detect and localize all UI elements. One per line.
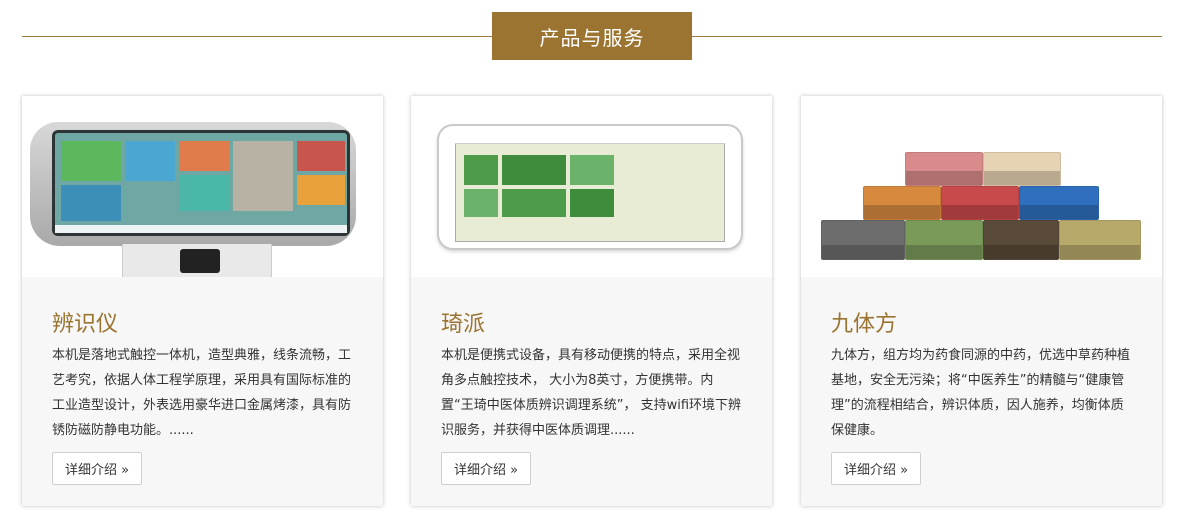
tablet-screen bbox=[455, 130, 725, 242]
kiosk-card-slot bbox=[180, 249, 220, 273]
section-header: 产品与服务 bbox=[22, 12, 1162, 60]
card-title: 九体方 bbox=[831, 312, 898, 337]
card-description: 九体方，组方均为药食同源的中药，优选中草药种植基地，安全无污染；将“中医养生”的… bbox=[831, 348, 1131, 438]
screen-tile bbox=[570, 155, 614, 185]
section-title: 产品与服务 bbox=[492, 12, 692, 60]
product-box bbox=[905, 220, 983, 260]
screen-tile bbox=[464, 189, 498, 217]
card-description: 本机是落地式触控一体机，造型典雅，线条流畅，工艺考究，依据人体工程学原理，采用具… bbox=[52, 348, 352, 438]
screen-tile bbox=[297, 141, 345, 171]
product-box bbox=[941, 186, 1019, 220]
tablet-image[interactable] bbox=[411, 96, 772, 277]
detail-button[interactable]: 详细介绍 » bbox=[441, 452, 532, 485]
tablet-title-bar bbox=[455, 130, 725, 144]
product-boxes-image[interactable] bbox=[801, 96, 1162, 277]
screen-tile bbox=[125, 141, 175, 181]
screen-tile bbox=[502, 155, 566, 185]
screen-tile bbox=[179, 175, 229, 211]
product-card-tablet: 琦派 本机是便携式设备，具有移动便携的特点，采用全视角多点触控技术， 大小为8英… bbox=[411, 96, 772, 506]
screen-tile bbox=[61, 185, 121, 221]
product-box bbox=[821, 220, 905, 260]
screen-tile bbox=[61, 141, 121, 181]
card-description: 本机是便携式设备，具有移动便携的特点，采用全视角多点触控技术， 大小为8英寸，方… bbox=[441, 348, 742, 438]
product-card-herbal: 九体方 九体方，组方均为药食同源的中药，优选中草药种植基地，安全无污染；将“中医… bbox=[801, 96, 1162, 506]
product-box bbox=[1019, 186, 1099, 220]
product-box bbox=[1059, 220, 1141, 260]
screen-tile bbox=[464, 155, 498, 185]
card-title: 琦派 bbox=[441, 312, 486, 337]
kiosk-image[interactable] bbox=[22, 96, 383, 277]
screen-tile bbox=[570, 189, 614, 217]
product-box bbox=[905, 152, 983, 186]
product-box bbox=[863, 186, 941, 220]
detail-button[interactable]: 详细介绍 » bbox=[52, 452, 143, 485]
kiosk-screen bbox=[52, 130, 350, 236]
card-title: 辨识仪 bbox=[52, 312, 119, 337]
screen-tile bbox=[297, 175, 345, 205]
detail-button[interactable]: 详细介绍 » bbox=[831, 452, 922, 485]
screen-tile bbox=[179, 141, 229, 171]
product-card-kiosk: 辨识仪 本机是落地式触控一体机，造型典雅，线条流畅，工艺考究，依据人体工程学原理… bbox=[22, 96, 383, 506]
screen-tile bbox=[233, 141, 293, 211]
product-box bbox=[983, 220, 1059, 260]
screen-tile bbox=[502, 189, 566, 217]
screen-footer bbox=[55, 225, 347, 233]
product-box bbox=[983, 152, 1061, 186]
